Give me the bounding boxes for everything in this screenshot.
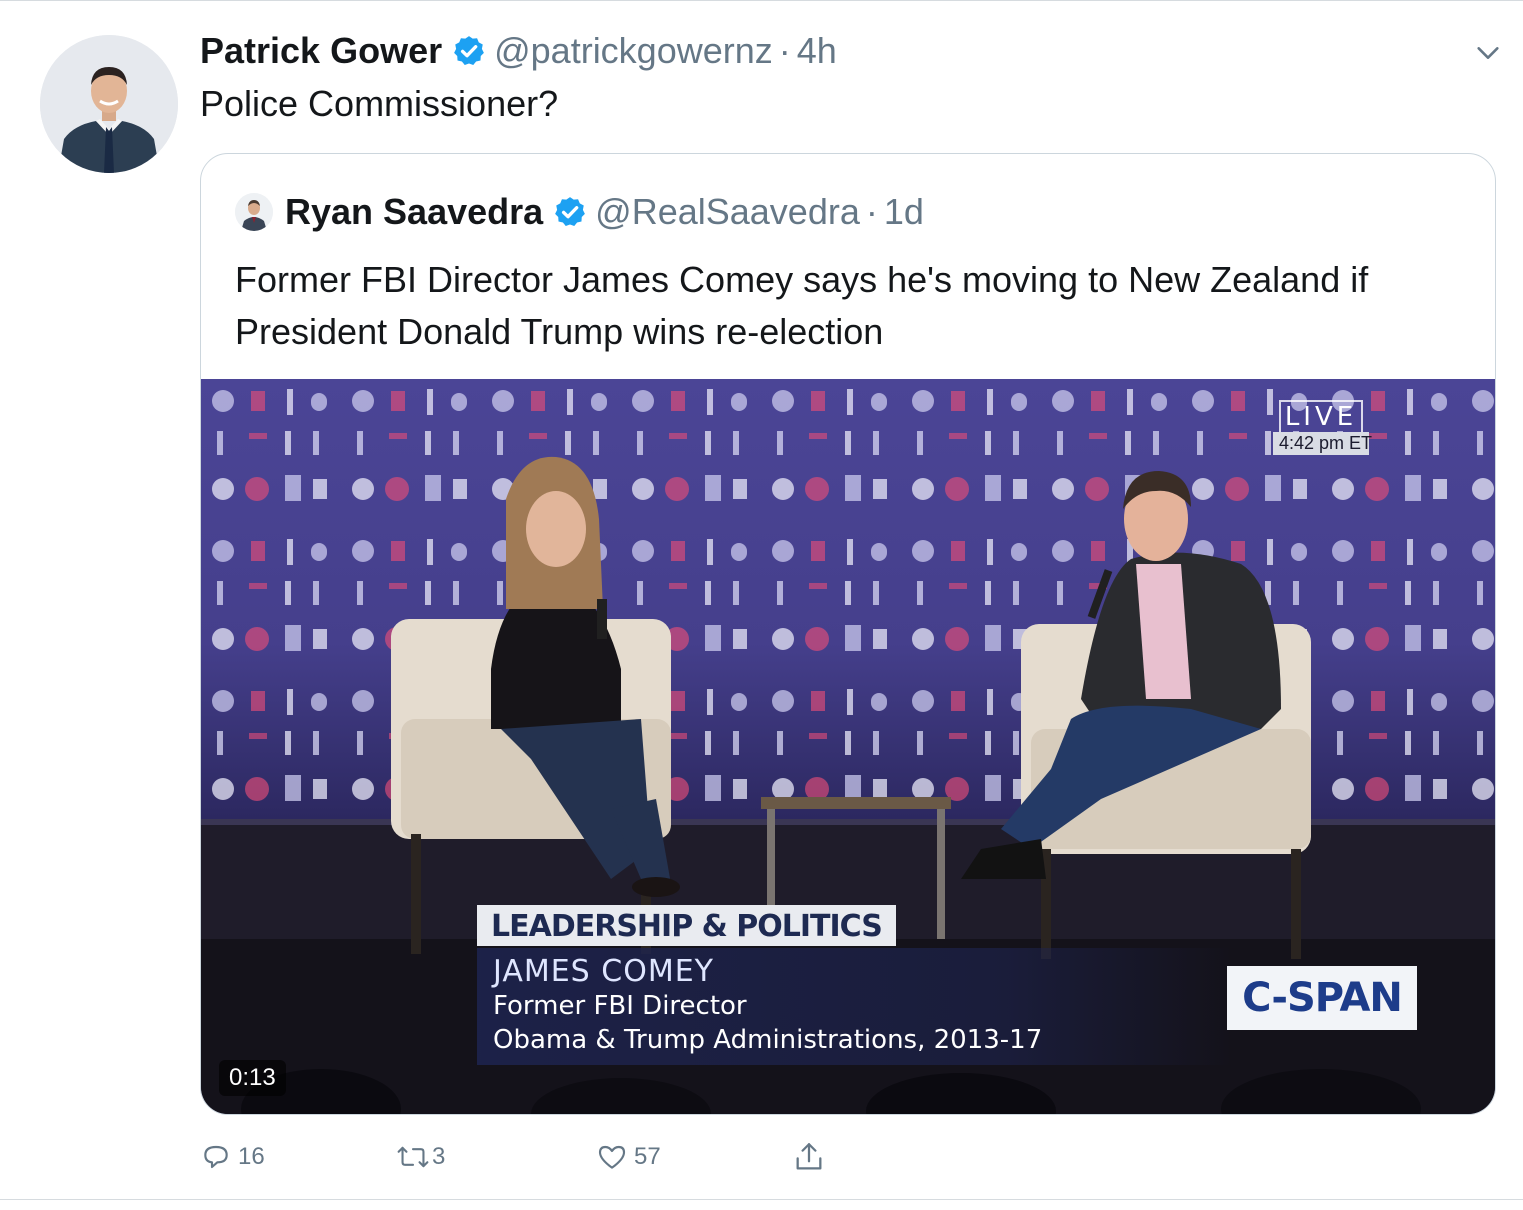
live-indicator: LIVE 4:42 pm ET <box>1273 400 1372 462</box>
quoted-author-name[interactable]: Ryan Saavedra <box>285 191 543 233</box>
tweet-container[interactable]: Patrick Gower @patrickgowernz · 4h Polic… <box>0 0 1523 1210</box>
lower-third-line1: Former FBI Director <box>493 991 747 1021</box>
video-lower-third: LEADERSHIP & POLITICS JAMES COMEY Former… <box>477 905 1233 1065</box>
live-label: LIVE <box>1278 400 1364 432</box>
reply-button[interactable]: 16 <box>200 1139 265 1175</box>
live-time: 4:42 pm ET <box>1273 432 1372 455</box>
tweet-divider <box>0 1199 1523 1200</box>
quoted-header-separator: · <box>865 191 878 232</box>
share-icon <box>796 1143 822 1170</box>
heart-icon <box>598 1145 626 1169</box>
verified-badge-icon <box>452 34 486 68</box>
author-avatar[interactable] <box>40 35 178 173</box>
video-player[interactable]: LIVE 4:42 pm ET LEADERSHIP & POLITICS JA… <box>201 379 1495 1114</box>
verified-badge-icon <box>553 195 587 229</box>
author-handle[interactable]: @patrickgowernz <box>494 30 773 72</box>
network-logo: C-SPAN <box>1227 966 1417 1030</box>
retweet-icon <box>397 1146 429 1168</box>
quoted-tweet-text: Former FBI Director James Comey says he'… <box>235 259 1369 352</box>
quoted-author-avatar[interactable] <box>235 193 273 231</box>
tweet-header: Patrick Gower @patrickgowernz · 4h <box>200 29 837 73</box>
reply-icon <box>204 1145 228 1169</box>
chevron-down-icon[interactable] <box>1474 39 1502 67</box>
lower-third-band: JAMES COMEY Former FBI Director Obama & … <box>477 948 1233 1065</box>
lower-third-line2: Obama & Trump Administrations, 2013-17 <box>493 1025 1043 1055</box>
quoted-tweet-timestamp[interactable]: 1d <box>884 191 924 233</box>
like-count: 57 <box>634 1143 661 1170</box>
lower-third-title: LEADERSHIP & POLITICS <box>477 905 896 946</box>
author-name[interactable]: Patrick Gower <box>200 30 442 72</box>
tweet-text: Police Commissioner? <box>200 83 559 124</box>
quoted-tweet-card[interactable]: Ryan Saavedra @RealSaavedra · 1d Former … <box>200 153 1496 1115</box>
reply-count: 16 <box>238 1143 265 1170</box>
tweet-timestamp[interactable]: 4h <box>797 30 837 72</box>
video-duration: 0:13 <box>219 1060 286 1096</box>
quoted-tweet-header: Ryan Saavedra @RealSaavedra · 1d <box>235 190 924 234</box>
lower-third-name: JAMES COMEY <box>493 954 714 989</box>
quoted-author-handle[interactable]: @RealSaavedra <box>595 191 860 233</box>
retweet-button[interactable]: 3 <box>396 1139 445 1175</box>
share-button[interactable] <box>792 1139 826 1175</box>
header-separator: · <box>778 30 791 71</box>
retweet-count: 3 <box>432 1143 446 1170</box>
like-button[interactable]: 57 <box>596 1139 661 1175</box>
